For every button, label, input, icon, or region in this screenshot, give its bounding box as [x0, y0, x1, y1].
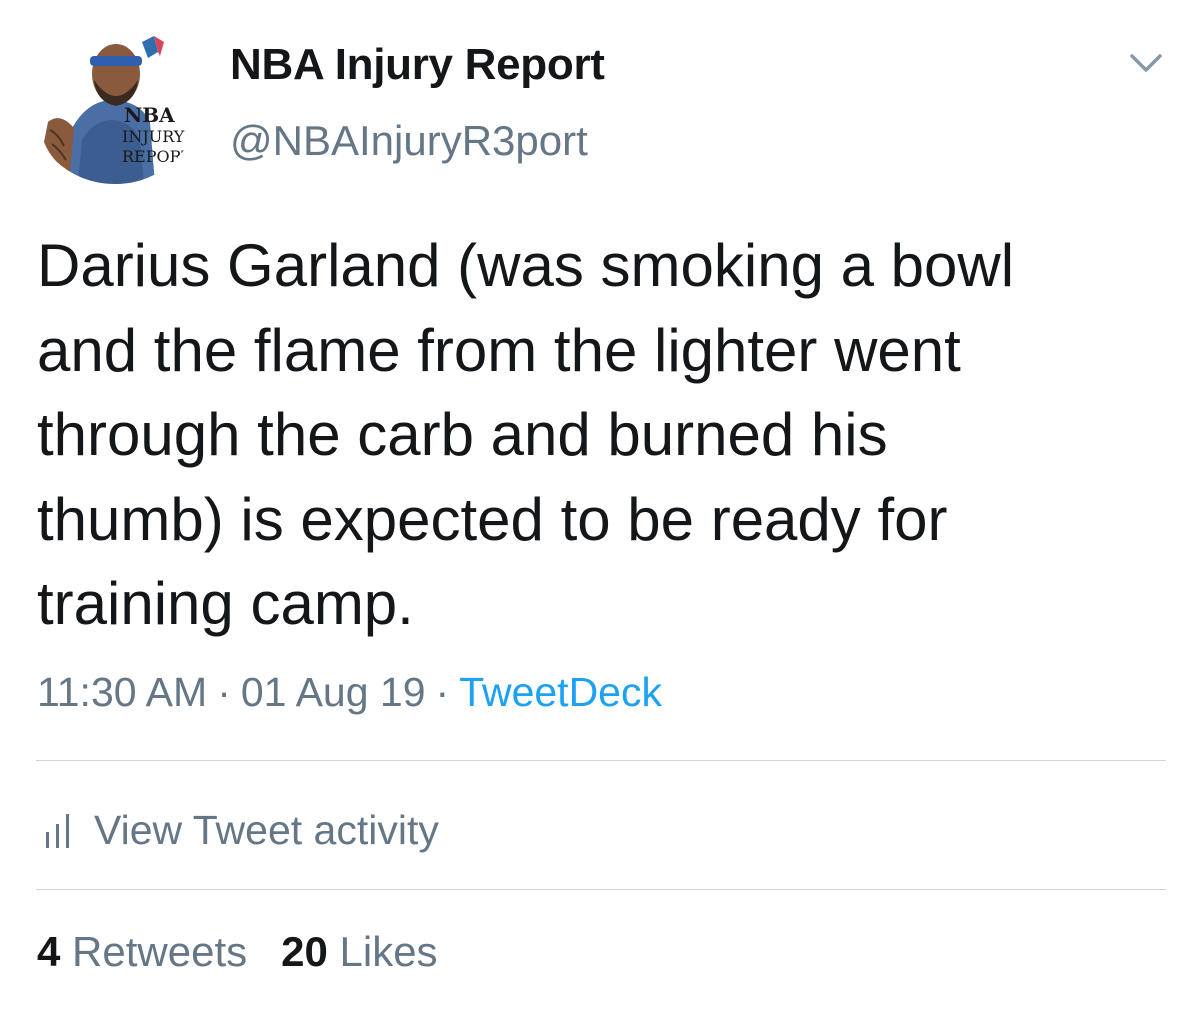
engagement-stats: 4 Retweets 20 Likes — [37, 928, 472, 976]
tweet-text: Darius Garland (was smoking a bowl and t… — [37, 232, 1015, 637]
tweet-time[interactable]: 11:30 AM — [37, 669, 207, 715]
avatar[interactable]: NBA INJURY REPORT — [30, 22, 200, 184]
avatar-letter-injury: INJURY — [122, 127, 185, 146]
display-name[interactable]: NBA Injury Report — [230, 40, 605, 90]
avatar-illustration: NBA INJURY REPORT — [34, 22, 196, 184]
avatar-letter-report: REPORT — [122, 147, 192, 166]
likes-count: 20 — [281, 928, 328, 975]
chevron-down-icon[interactable] — [1126, 48, 1166, 78]
retweets-count: 4 — [37, 928, 61, 975]
divider — [36, 889, 1166, 890]
tweet-meta: 11:30 AM · 01 Aug 19 · TweetDeck — [37, 669, 662, 716]
likes-stat[interactable]: 20 Likes — [281, 928, 437, 975]
tweet-date[interactable]: 01 Aug 19 — [241, 669, 426, 715]
meta-separator: · — [435, 669, 450, 715]
view-tweet-activity-label: View Tweet activity — [94, 806, 439, 853]
user-handle[interactable]: @NBAInjuryR3port — [230, 117, 588, 165]
divider — [36, 760, 1166, 761]
meta-separator: · — [217, 669, 231, 715]
likes-label: Likes — [339, 928, 438, 975]
retweets-label: Retweets — [72, 928, 248, 975]
retweets-stat[interactable]: 4 Retweets — [37, 928, 247, 975]
view-tweet-activity-button[interactable]: View Tweet activity — [40, 800, 439, 860]
bar-chart-icon — [46, 814, 69, 848]
tweet-detail: NBA INJURY REPORT NBA Injury Report @NBA… — [0, 0, 1200, 1017]
avatar-letter-nba: NBA — [124, 103, 175, 127]
tweet-source-link[interactable]: TweetDeck — [459, 669, 662, 715]
